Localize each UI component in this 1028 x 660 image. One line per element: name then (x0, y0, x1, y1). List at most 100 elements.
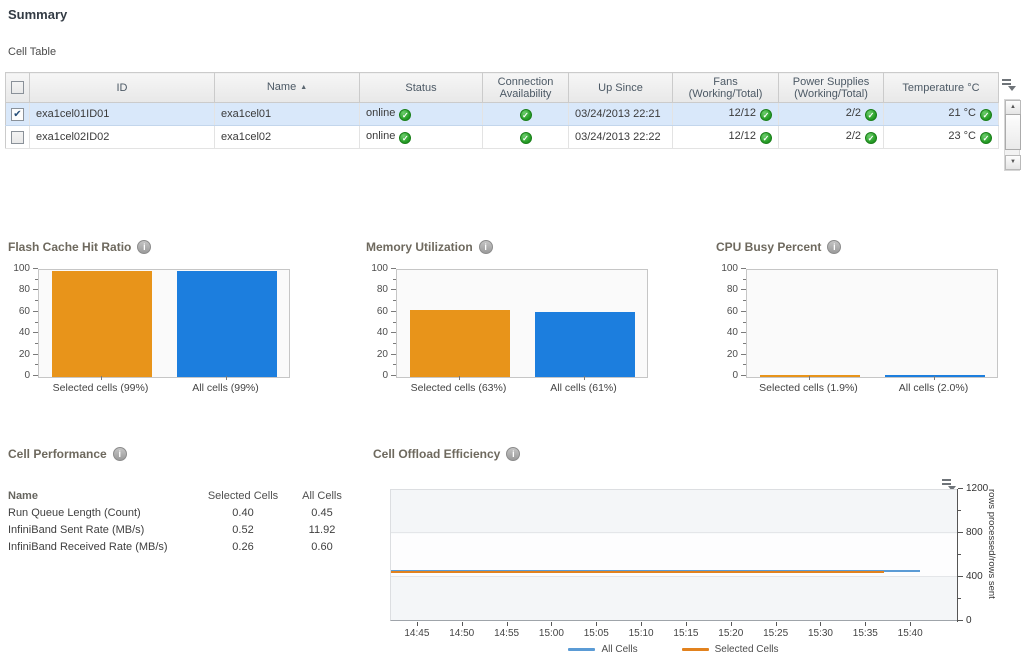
column-header-fans[interactable]: Fans (Working/Total) (673, 73, 779, 103)
cell-up-since: 03/24/2013 22:22 (569, 126, 673, 149)
cell-power: 2/2✓ (779, 126, 884, 149)
info-icon[interactable]: i (506, 447, 520, 461)
column-header-temperature[interactable]: Temperature °C (884, 73, 999, 103)
perf-header-row: Name Selected Cells All Cells (8, 487, 360, 504)
x-tick-label: 15:25 (763, 628, 788, 639)
y-axis: 020406080100 (716, 269, 746, 376)
status-ok-icon: ✓ (520, 109, 532, 121)
bar-label: Selected cells (63%) (411, 382, 507, 394)
cell-name: exa1cel01 (215, 103, 360, 126)
x-tick-label: 15:20 (718, 628, 743, 639)
chart-title: Memory Utilization (366, 240, 473, 254)
bar (52, 271, 152, 377)
sort-ascending-icon: ▲ (300, 84, 307, 91)
legend-swatch (568, 648, 595, 651)
row-checkbox-checked[interactable]: ✔ (11, 108, 24, 121)
cell-performance-table: Name Selected Cells All Cells Run Queue … (8, 487, 360, 555)
column-header-connection-availability[interactable]: Connection Availability (483, 73, 569, 103)
scroll-down-button[interactable]: ▼ (1005, 155, 1021, 170)
section-title: Cell Offload Efficiency (373, 447, 500, 461)
bar-label: Selected cells (99%) (53, 382, 149, 394)
perf-col-selected: Selected Cells (200, 490, 286, 502)
scroll-up-button[interactable]: ▲ (1005, 100, 1021, 115)
plot-area (38, 269, 290, 378)
table-menu-icon[interactable] (1001, 78, 1016, 91)
table-row[interactable]: ✔ exa1cel01ID01 exa1cel01 online✓ ✓ 03/2… (6, 103, 999, 126)
flash-cache-hit-ratio-chart: Flash Cache Hit Ratioi 020406080100 Sele… (8, 240, 308, 398)
row-checkbox[interactable] (11, 131, 24, 144)
chart-title: Flash Cache Hit Ratio (8, 240, 131, 254)
table-row[interactable]: exa1cel02ID02 exa1cel02 online✓ ✓ 03/24/… (6, 126, 999, 149)
cell-status: online✓ (360, 103, 483, 126)
metric-selected-value: 0.40 (200, 507, 286, 519)
cell-table: ID Name▲ Status Connection Availability … (5, 72, 999, 149)
x-tick-label: 15:05 (584, 628, 609, 639)
x-tick-label: 15:35 (853, 628, 878, 639)
cell-temperature: 23 °C✓ (884, 126, 999, 149)
section-title: Cell Performance (8, 447, 107, 461)
x-tick-label: 15:15 (673, 628, 698, 639)
x-tick-label: 15:40 (898, 628, 923, 639)
x-axis: Selected cells (63%) All cells (61%) (396, 378, 648, 394)
cell-power: 2/2✓ (779, 103, 884, 126)
status-ok-icon: ✓ (865, 132, 877, 144)
cell-id: exa1cel02ID02 (30, 126, 215, 149)
cell-performance-section: Cell Performancei Name Selected Cells Al… (8, 447, 360, 461)
metric-all-value: 11.92 (286, 524, 358, 536)
column-header-power-supplies[interactable]: Power Supplies (Working/Total) (779, 73, 884, 103)
offload-y-axis-title: rows processed/rows sent (986, 489, 997, 621)
info-icon[interactable]: i (137, 240, 151, 254)
x-tick-label: 15:10 (629, 628, 654, 639)
cell-fans: 12/12✓ (673, 126, 779, 149)
row-select-cell[interactable]: ✔ (6, 103, 30, 126)
status-ok-icon: ✓ (980, 109, 992, 121)
cell-status: online✓ (360, 126, 483, 149)
perf-row: Run Queue Length (Count) 0.40 0.45 (8, 504, 360, 521)
table-scrollbar[interactable]: ▲ ▼ (1004, 99, 1020, 171)
row-select-cell[interactable] (6, 126, 30, 149)
bar (760, 375, 860, 377)
perf-col-all: All Cells (286, 490, 358, 502)
offload-plot (390, 489, 957, 621)
cpu-busy-percent-chart: CPU Busy Percenti 020406080100 Selected … (716, 240, 1016, 398)
y-axis: 020406080100 (366, 269, 396, 376)
bar-label: All cells (99%) (192, 382, 259, 394)
bar-label: Selected cells (1.9%) (759, 382, 858, 394)
bar-label: All cells (61%) (550, 382, 617, 394)
legend-item: Selected Cells (682, 644, 779, 655)
select-all-header[interactable] (6, 73, 30, 103)
metric-name: InfiniBand Received Rate (MB/s) (8, 541, 200, 553)
scroll-thumb[interactable] (1005, 114, 1021, 150)
x-axis: Selected cells (99%) All cells (99%) (38, 378, 290, 394)
column-header-name[interactable]: Name▲ (215, 73, 360, 103)
column-header-id[interactable]: ID (30, 73, 215, 103)
status-ok-icon: ✓ (520, 132, 532, 144)
cell-connection: ✓ (483, 126, 569, 149)
status-ok-icon: ✓ (760, 132, 772, 144)
offload-legend: All Cells Selected Cells (390, 644, 957, 655)
plot-area (746, 269, 998, 378)
info-icon[interactable]: i (113, 447, 127, 461)
status-ok-icon: ✓ (399, 109, 411, 121)
x-tick-label: 14:45 (404, 628, 429, 639)
bar (885, 375, 985, 377)
cell-id: exa1cel01ID01 (30, 103, 215, 126)
metric-selected-value: 0.52 (200, 524, 286, 536)
column-header-up-since[interactable]: Up Since (569, 73, 673, 103)
select-all-checkbox[interactable] (11, 81, 24, 94)
x-axis: Selected cells (1.9%) All cells (2.0%) (746, 378, 998, 394)
info-icon[interactable]: i (479, 240, 493, 254)
bar (177, 271, 277, 377)
perf-row: InfiniBand Received Rate (MB/s) 0.26 0.6… (8, 538, 360, 555)
legend-swatch (682, 648, 709, 651)
x-tick-label: 15:00 (539, 628, 564, 639)
cell-offload-efficiency-section: Cell Offload Efficiency i (373, 447, 520, 461)
status-ok-icon: ✓ (399, 132, 411, 144)
info-icon[interactable]: i (827, 240, 841, 254)
cell-up-since: 03/24/2013 22:21 (569, 103, 673, 126)
legend-item: All Cells (568, 644, 637, 655)
bar-label: All cells (2.0%) (899, 382, 968, 394)
bar (410, 310, 510, 377)
column-header-status[interactable]: Status (360, 73, 483, 103)
summary-page: Summary Cell Table ID Name▲ Status Conne… (0, 0, 1028, 660)
